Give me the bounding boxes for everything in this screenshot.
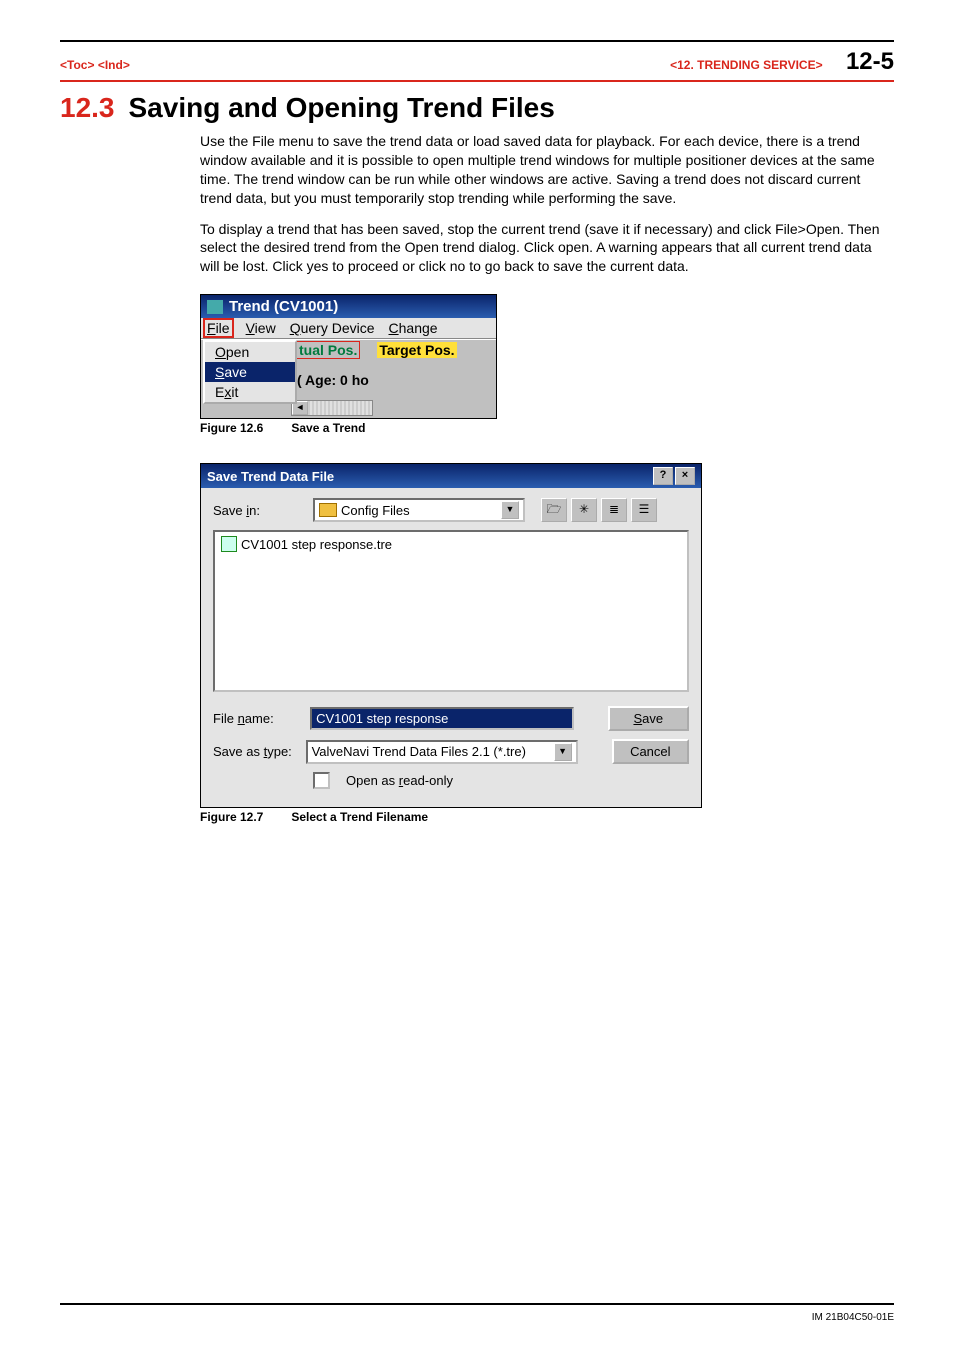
- help-icon[interactable]: ?: [653, 467, 673, 485]
- menubar: File View Query Device Change: [201, 318, 496, 339]
- dialog-title: Save Trend Data File: [207, 469, 334, 484]
- save-type-combo[interactable]: ValveNavi Trend Data Files 2.1 (*.tre) ▼: [306, 740, 578, 764]
- paragraph-1: Use the File menu to save the trend data…: [200, 132, 894, 208]
- menu-file[interactable]: File: [205, 320, 232, 336]
- actual-pos-label: tual Pos.: [297, 342, 359, 358]
- folder-open-icon: [319, 503, 337, 517]
- menu-change[interactable]: Change: [389, 320, 438, 336]
- trend-title: Trend (CV1001): [229, 298, 338, 315]
- readonly-label: Open as read-only: [346, 773, 453, 788]
- dropdown-icon[interactable]: ▼: [501, 501, 519, 519]
- menu-view[interactable]: View: [246, 320, 276, 336]
- file-list[interactable]: CV1001 step response.tre: [213, 530, 689, 692]
- file-icon: [221, 536, 237, 552]
- app-icon: [207, 300, 223, 314]
- chapter-ref[interactable]: <12. TRENDING SERVICE>: [670, 58, 823, 72]
- file-menu-panel: Open Save Exit: [203, 340, 297, 404]
- toc-link[interactable]: <Toc>: [60, 58, 94, 72]
- up-folder-icon[interactable]: 🗁: [541, 498, 567, 522]
- new-folder-icon[interactable]: ✳: [571, 498, 597, 522]
- page-header: <Toc> <Ind> <12. TRENDING SERVICE> 12-5: [60, 48, 894, 76]
- filename-input[interactable]: CV1001 step response: [310, 707, 574, 730]
- menu-query[interactable]: Query Device: [290, 320, 375, 336]
- scrollbar[interactable]: ◄: [291, 400, 373, 416]
- figure-12-7-caption: Figure 12.7Select a Trend Filename: [200, 810, 894, 824]
- menu-item-open[interactable]: Open: [205, 342, 295, 362]
- list-view-icon[interactable]: ≣: [601, 498, 627, 522]
- figure-12-6-caption: Figure 12.6Save a Trend: [200, 421, 894, 435]
- trend-window: Trend (CV1001) File View Query Device Ch…: [200, 294, 497, 419]
- section-heading: 12.3 Saving and Opening Trend Files: [60, 92, 894, 124]
- save-button[interactable]: Save: [608, 706, 689, 731]
- doc-id: IM 21B04C50-01E: [812, 1312, 894, 1323]
- menu-item-save[interactable]: Save: [205, 362, 295, 382]
- dropdown-icon[interactable]: ▼: [554, 743, 572, 761]
- page-number: 12-5: [846, 48, 894, 75]
- menu-item-exit[interactable]: Exit: [205, 382, 295, 402]
- filename-label: File name:: [213, 711, 300, 726]
- save-in-value: Config Files: [341, 503, 410, 518]
- file-name: CV1001 step response.tre: [241, 537, 392, 552]
- target-pos-label: Target Pos.: [377, 342, 456, 358]
- section-title: Saving and Opening Trend Files: [129, 92, 555, 123]
- close-icon[interactable]: ×: [675, 467, 695, 485]
- paragraph-2: To display a trend that has been saved, …: [200, 220, 894, 277]
- save-dialog: Save Trend Data File ? × Save in: Config…: [200, 463, 702, 808]
- save-in-combo[interactable]: Config Files ▼: [313, 498, 525, 522]
- save-type-value: ValveNavi Trend Data Files 2.1 (*.tre): [312, 744, 526, 759]
- list-item[interactable]: CV1001 step response.tre: [221, 536, 681, 552]
- details-view-icon[interactable]: ☰: [631, 498, 657, 522]
- trend-titlebar[interactable]: Trend (CV1001): [201, 295, 496, 318]
- section-number: 12.3: [60, 92, 115, 123]
- cancel-button[interactable]: Cancel: [612, 739, 689, 764]
- save-in-label: Save in:: [213, 503, 303, 518]
- dialog-titlebar[interactable]: Save Trend Data File ? ×: [201, 464, 701, 488]
- save-type-label: Save as type:: [213, 744, 296, 759]
- readonly-checkbox[interactable]: [313, 772, 330, 789]
- ind-link[interactable]: <Ind>: [98, 58, 130, 72]
- age-text: ( Age: 0 ho: [297, 372, 496, 388]
